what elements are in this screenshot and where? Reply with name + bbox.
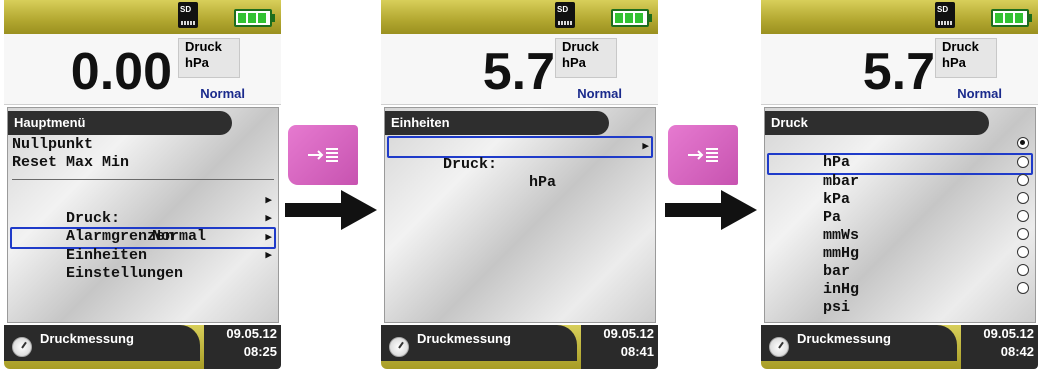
time: 08:25 [243,344,277,359]
chevron-right-icon: ▶ [265,195,272,207]
unit-option-mmws[interactable]: mmWs [769,209,1031,244]
mode-label: Normal [577,86,622,101]
measurement-display: 5.7 Druck hPa Normal [761,34,1038,105]
measured-value: 5.7 [482,43,555,101]
unit-label: hPa [942,55,966,70]
unit-option-psi[interactable]: psi [769,281,1031,316]
menu-item-reset-max-min[interactable]: Reset Max Min [12,154,274,172]
status-bar: SD [4,0,281,34]
measured-value: 0.00 [70,43,172,101]
datetime: 09.05.12 08:41 [581,325,658,369]
enter-menu-key[interactable] [668,125,738,185]
radio-unchecked-icon [1017,246,1029,258]
chevron-right-icon: ▶ [265,213,272,225]
quantity-label: Druck [185,39,222,54]
battery-icon [234,9,275,27]
clock-icon [389,337,409,357]
enter-menu-icon [308,148,338,162]
radio-checked-icon [1017,137,1029,149]
status-bar: SD [761,0,1038,34]
footer-title: Druckmessung [417,331,511,346]
unit-option-inhg[interactable]: inHg [769,263,1031,298]
mode-label: Normal [957,86,1002,101]
radio-unchecked-icon [1017,264,1029,276]
unit-box: Druck hPa [555,38,617,78]
units-menu: Einheiten Druck: hPa ▶ [384,107,656,323]
device-screen-units-menu: SD 5.7 Druck hPa Normal Einheiten Druck:… [381,0,658,372]
unit-box: Druck hPa [935,38,997,78]
chevron-right-icon: ▶ [642,141,649,153]
mode-label: Normal [200,86,245,101]
radio-unchecked-icon [1017,192,1029,204]
footer-bar: Druckmessung 09.05.12 08:41 [381,325,658,369]
menu-title: Hauptmenü [8,111,232,135]
radio-unchecked-icon [1017,282,1029,294]
radio-unchecked-icon [1017,156,1029,168]
clock-icon [12,337,32,357]
menu-item-einheiten[interactable]: Einheiten ▶ [10,227,276,264]
clock-icon [769,337,789,357]
radio-unchecked-icon [1017,228,1029,240]
main-menu: Hauptmenü Nullpunkt Reset Max Min Druck:… [7,107,279,323]
menu-title: Einheiten [385,111,609,135]
measurement-display: 0.00 Druck hPa Normal [4,34,281,105]
enter-menu-key[interactable] [288,125,358,185]
unit-option-kpa[interactable]: kPa [769,173,1031,208]
datetime: 09.05.12 08:25 [204,325,281,369]
time: 08:41 [620,344,654,359]
unit-option-mbar[interactable]: mbar [767,153,1033,190]
footer-bar: Druckmessung 09.05.12 08:25 [4,325,281,369]
unit-label: hPa [562,55,586,70]
footer-bar: Druckmessung 09.05.12 08:42 [761,325,1038,369]
unit-option-hpa[interactable]: hPa [769,136,1031,171]
footer-title: Druckmessung [40,331,134,346]
sd-card-icon: SD [935,2,955,28]
date: 09.05.12 [603,326,654,341]
quantity-label: Druck [942,39,979,54]
menu-item-druck[interactable]: Druck: Normal ▶ [12,192,274,245]
radio-unchecked-icon [1017,210,1029,222]
unit-option-bar[interactable]: bar [769,245,1031,280]
enter-menu-icon [688,148,718,162]
menu-item-nullpunkt[interactable]: Nullpunkt [12,136,274,154]
unit-option-pa[interactable]: Pa [769,191,1031,226]
device-screen-unit-selection: SD 5.7 Druck hPa Normal Druck hPa mbar k… [761,0,1038,372]
device-screen-main-menu: SD 0.00 Druck hPa Normal Hauptmenü Nullp… [4,0,281,372]
battery-icon [611,9,652,27]
menu-title: Druck [765,111,989,135]
arrow-right-icon [665,190,757,230]
unit-selection-menu: Druck hPa mbar kPa Pa mmWs mmHg bar inHg… [764,107,1036,323]
sd-card-icon: SD [178,2,198,28]
sd-card-icon: SD [555,2,575,28]
footer-title: Druckmessung [797,331,891,346]
arrow-right-icon [285,190,377,230]
menu-item-alarmgrenzen[interactable]: Alarmgrenzen ▶ [12,210,274,245]
menu-divider [12,179,274,180]
radio-unchecked-icon [1017,174,1029,186]
chevron-right-icon: ▶ [265,232,272,244]
chevron-right-icon: ▶ [265,250,272,262]
menu-item-einstellungen[interactable]: Einstellungen ▶ [12,247,274,282]
battery-icon [991,9,1032,27]
quantity-label: Druck [562,39,599,54]
status-bar: SD [381,0,658,34]
date: 09.05.12 [983,326,1034,341]
measured-value: 5.7 [862,43,935,101]
datetime: 09.05.12 08:42 [961,325,1038,369]
measurement-display: 5.7 Druck hPa Normal [381,34,658,105]
unit-label: hPa [185,55,209,70]
date: 09.05.12 [226,326,277,341]
unit-option-mmhg[interactable]: mmHg [769,227,1031,262]
unit-box: Druck hPa [178,38,240,78]
menu-item-druck-unit[interactable]: Druck: hPa ▶ [387,136,653,191]
time: 08:42 [1000,344,1034,359]
